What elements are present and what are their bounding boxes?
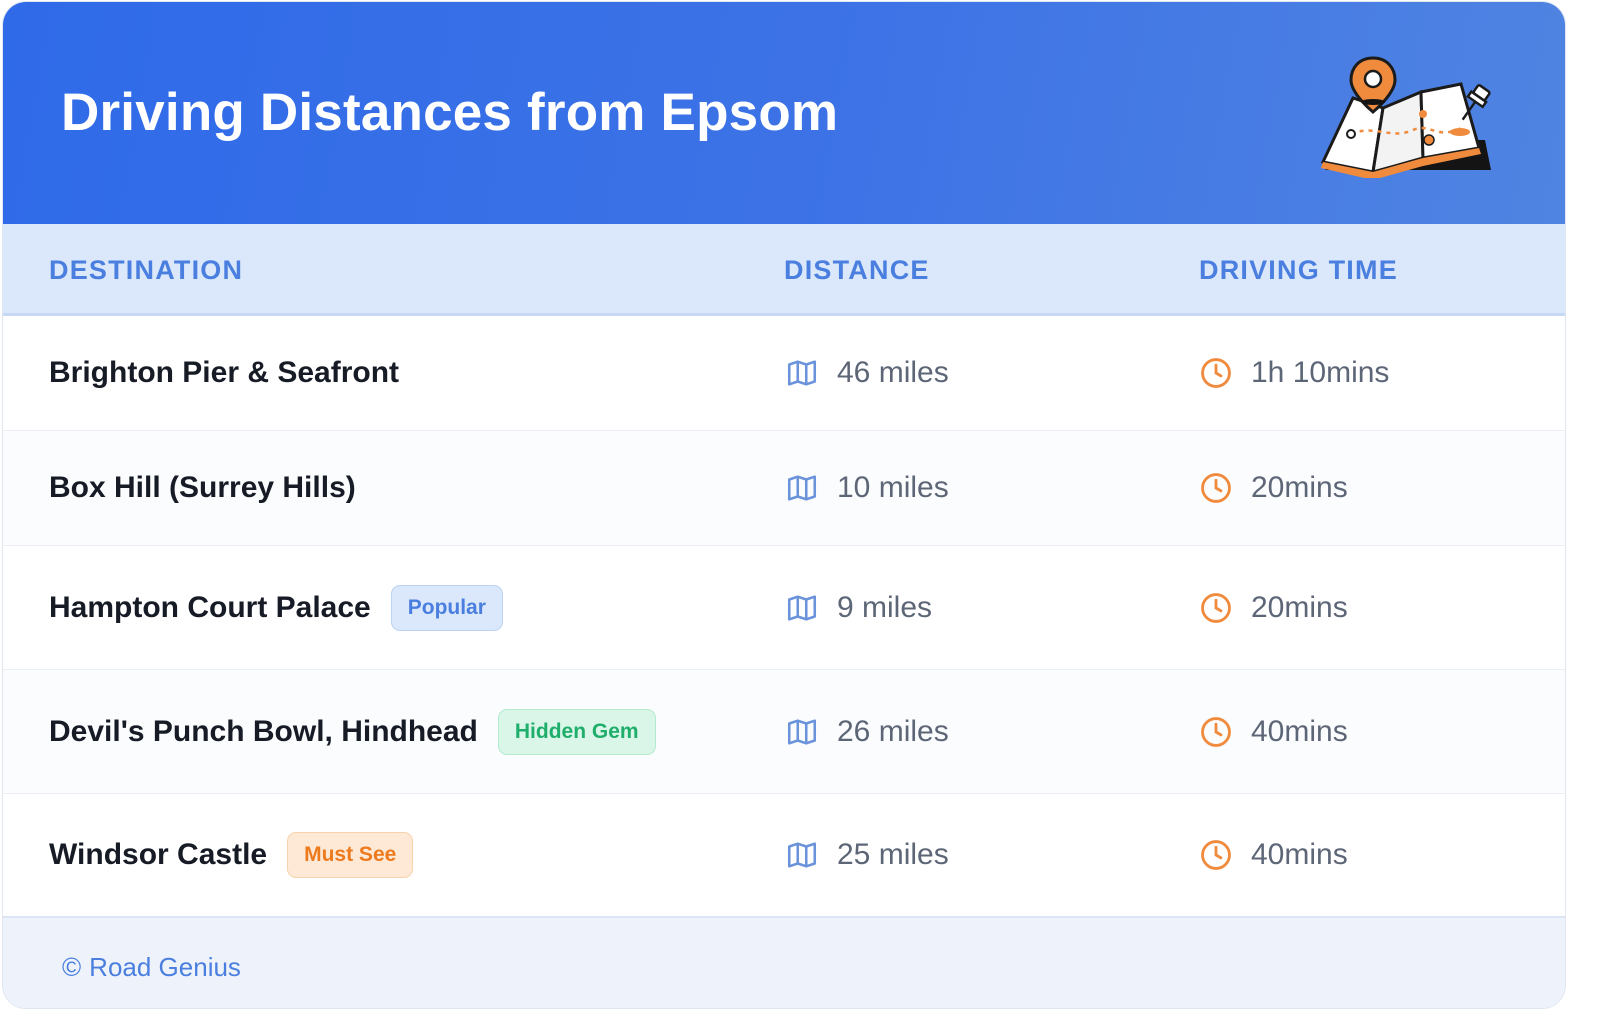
footer: © Road Genius <box>3 916 1565 1008</box>
distance-cell: 46 miles <box>785 356 949 390</box>
destination-name: Brighton Pier & Seafront <box>49 356 400 389</box>
destination-name: Windsor Castle <box>49 838 268 871</box>
clock-icon <box>1199 715 1233 749</box>
distance-cell: 26 miles <box>785 715 949 749</box>
map-icon <box>785 471 819 505</box>
map-icon <box>785 838 819 872</box>
distance-value: 10 miles <box>837 471 949 504</box>
map-icon <box>785 591 819 625</box>
time-value: 40mins <box>1251 838 1348 871</box>
time-cell: 1h 10mins <box>1199 356 1389 390</box>
distance-value: 26 miles <box>837 714 949 748</box>
clock-icon <box>1199 838 1233 872</box>
distances-card: Driving Distances from Epsom DESTINATION… <box>2 1 1566 1009</box>
table-row: Devil's Punch Bowl, Hindhead Hidden Gem … <box>3 670 1565 794</box>
destination-name: Devil's Punch Bowl, Hindhead <box>49 714 478 748</box>
page-title: Driving Distances from Epsom <box>61 83 839 142</box>
table-row: Windsor Castle Must See 25 miles 40mins <box>3 794 1565 916</box>
time-cell: 20mins <box>1199 591 1348 625</box>
copyright-icon: © <box>62 952 82 982</box>
popular-badge: Popular <box>390 584 503 631</box>
clock-icon <box>1199 591 1233 625</box>
time-cell: 40mins <box>1199 838 1348 872</box>
destination-cell: Box Hill (Surrey Hills) <box>49 471 356 505</box>
time-cell: 20mins <box>1199 471 1348 505</box>
column-header-distance: DISTANCE <box>784 255 930 285</box>
distance-cell: 25 miles <box>785 838 949 872</box>
column-header-destination: DESTINATION <box>49 255 244 285</box>
header-banner: Driving Distances from Epsom <box>3 2 1565 224</box>
must-see-badge: Must See <box>287 832 414 878</box>
destination-cell: Brighton Pier & Seafront <box>49 356 399 390</box>
distance-cell: 9 miles <box>785 591 932 625</box>
map-icon <box>785 715 819 749</box>
map-icon <box>785 356 819 390</box>
destination-cell: Hampton Court Palace Popular <box>49 584 503 631</box>
table-row: Brighton Pier & Seafront 46 miles 1h 10m… <box>3 316 1565 431</box>
table-row: Box Hill (Surrey Hills) 10 miles 20mins <box>3 431 1565 546</box>
table-row: Hampton Court Palace Popular 9 miles 20m… <box>3 546 1565 670</box>
credit-text: Road Genius <box>89 952 241 982</box>
destination-name: Box Hill (Surrey Hills) <box>49 471 356 504</box>
clock-icon <box>1199 356 1233 390</box>
clock-icon <box>1199 471 1233 505</box>
hidden-gem-badge: Hidden Gem <box>497 708 656 755</box>
destination-name: Hampton Court Palace <box>49 590 371 624</box>
time-value: 1h 10mins <box>1251 356 1390 389</box>
footer-credit[interactable]: © Road Genius <box>62 952 241 983</box>
time-value: 40mins <box>1251 714 1348 748</box>
time-cell: 40mins <box>1199 715 1348 749</box>
folded-map-with-location-pin-icon <box>1320 56 1491 178</box>
distance-value: 9 miles <box>837 590 933 624</box>
time-value: 20mins <box>1251 471 1348 504</box>
distance-value: 25 miles <box>837 838 949 871</box>
distance-cell: 10 miles <box>785 471 949 505</box>
table-header: DESTINATION DISTANCE DRIVING TIME <box>3 224 1565 316</box>
destination-cell: Windsor Castle Must See <box>49 832 414 878</box>
distance-value: 46 miles <box>837 356 949 389</box>
destination-cell: Devil's Punch Bowl, Hindhead Hidden Gem <box>49 708 656 755</box>
column-header-driving-time: DRIVING TIME <box>1199 255 1398 285</box>
time-value: 20mins <box>1251 590 1348 624</box>
